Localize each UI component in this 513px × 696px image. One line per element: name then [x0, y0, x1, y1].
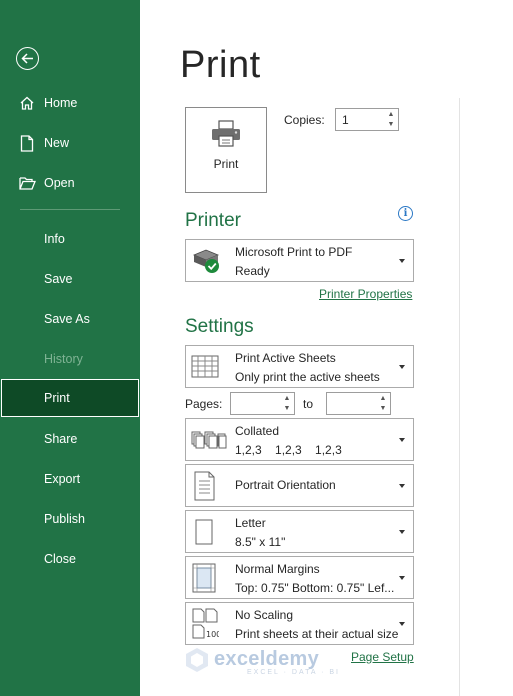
- printer-properties-link[interactable]: Printer Properties: [319, 287, 412, 301]
- backstage-sidebar: Home New Open Info Save Save As History …: [0, 0, 140, 696]
- collation-dropdown[interactable]: Collated 1,2,3 1,2,3 1,2,3: [185, 418, 414, 461]
- chevron-up-icon[interactable]: ▲: [388, 111, 395, 118]
- pages-label: Pages:: [185, 397, 223, 411]
- copies-label: Copies:: [284, 113, 325, 127]
- collation-title: Collated: [235, 424, 280, 438]
- sidebar-item-publish[interactable]: Publish: [0, 500, 140, 538]
- page-setup-link[interactable]: Page Setup: [351, 650, 414, 664]
- margins-subtitle: Top: 0.75" Bottom: 0.75" Lef...: [235, 581, 395, 595]
- margins-dropdown[interactable]: Normal Margins Top: 0.75" Bottom: 0.75" …: [185, 556, 414, 599]
- sidebar-item-new[interactable]: New: [0, 124, 140, 162]
- page-title: Print: [180, 44, 261, 86]
- collated-icon: [191, 429, 227, 451]
- sidebar-item-label: Home: [44, 96, 78, 110]
- sidebar-item-label: Open: [44, 176, 75, 190]
- scaling-dropdown[interactable]: 100 No Scaling Print sheets at their act…: [185, 602, 414, 645]
- pages-to-input[interactable]: ▲ ▼: [326, 392, 391, 415]
- sidebar-item-label: New: [44, 136, 70, 150]
- chevron-down-icon[interactable]: ▼: [284, 405, 291, 412]
- printer-ready-icon: [191, 247, 225, 275]
- printer-status: Ready: [235, 264, 270, 278]
- watermark-logo-icon: [184, 647, 210, 676]
- paper-size-subtitle: 8.5" x 11": [235, 535, 286, 549]
- collation-subtitle: 1,2,3 1,2,3 1,2,3: [235, 443, 342, 457]
- chevron-down-icon: [399, 258, 405, 263]
- print-what-dropdown[interactable]: Print Active Sheets Only print the activ…: [185, 345, 414, 388]
- print-button[interactable]: Print: [185, 107, 267, 193]
- margins-title: Normal Margins: [235, 562, 320, 576]
- print-button-label: Print: [213, 157, 239, 171]
- info-icon[interactable]: i: [398, 206, 413, 221]
- chevron-down-icon: [399, 621, 405, 626]
- watermark-tagline: EXCEL · DATA · BI: [247, 668, 340, 676]
- pages-from-input[interactable]: ▲ ▼: [230, 392, 295, 415]
- settings-section-title: Settings: [185, 316, 254, 337]
- watermark: exceldemy EXCEL · DATA · BI: [184, 647, 340, 676]
- no-scaling-icon: 100: [191, 608, 219, 640]
- orientation-title: Portrait Orientation: [235, 478, 336, 492]
- open-folder-icon: [18, 174, 36, 192]
- sidebar-item-label: Print: [44, 391, 70, 405]
- preview-divider: [459, 98, 460, 696]
- printer-dropdown[interactable]: Microsoft Print to PDF Ready: [185, 239, 414, 282]
- home-icon: [18, 94, 36, 112]
- sidebar-item-close[interactable]: Close: [0, 540, 140, 578]
- print-what-title: Print Active Sheets: [235, 351, 336, 365]
- chevron-up-icon[interactable]: ▲: [380, 395, 387, 402]
- margins-icon: [191, 563, 217, 593]
- sidebar-item-export[interactable]: Export: [0, 460, 140, 498]
- portrait-page-icon: [191, 471, 217, 501]
- chevron-down-icon: [399, 483, 405, 488]
- sidebar-item-label: Share: [44, 432, 78, 446]
- chevron-up-icon[interactable]: ▲: [284, 395, 291, 402]
- copies-value: 1: [342, 112, 349, 127]
- chevron-down-icon: [399, 529, 405, 534]
- sidebar-item-label: History: [44, 352, 83, 366]
- sidebar-item-save[interactable]: Save: [0, 260, 140, 298]
- paper-size-dropdown[interactable]: Letter 8.5" x 11": [185, 510, 414, 553]
- chevron-down-icon: [399, 575, 405, 580]
- stepper-arrows[interactable]: ▲ ▼: [376, 393, 390, 414]
- scaling-title: No Scaling: [235, 608, 294, 622]
- printer-section-title: Printer: [185, 210, 241, 231]
- sidebar-item-label: Save: [44, 272, 73, 286]
- sidebar-divider: [20, 209, 120, 210]
- chevron-down-icon[interactable]: ▼: [388, 121, 395, 128]
- printer-icon: [210, 120, 242, 151]
- printer-name: Microsoft Print to PDF: [235, 245, 353, 259]
- sidebar-item-label: Save As: [44, 312, 90, 326]
- stepper-arrows[interactable]: ▲ ▼: [384, 109, 398, 130]
- sidebar-item-info[interactable]: Info: [0, 220, 140, 258]
- back-arrow-icon[interactable]: [16, 47, 39, 70]
- pages-to-label: to: [303, 397, 314, 411]
- chevron-down-icon[interactable]: ▼: [380, 405, 387, 412]
- sidebar-item-label: Close: [44, 552, 76, 566]
- sidebar-item-home[interactable]: Home: [0, 84, 140, 122]
- sidebar-item-label: Export: [44, 472, 81, 486]
- stepper-arrows[interactable]: ▲ ▼: [280, 393, 294, 414]
- chevron-down-icon: [399, 437, 405, 442]
- scaling-subtitle: Print sheets at their actual size: [235, 627, 399, 641]
- sidebar-item-open[interactable]: Open: [0, 164, 140, 202]
- active-sheets-icon: [191, 354, 221, 380]
- new-document-icon: [18, 134, 36, 152]
- sidebar-item-history: History: [0, 340, 140, 378]
- sidebar-item-share[interactable]: Share: [0, 420, 140, 458]
- orientation-dropdown[interactable]: Portrait Orientation: [185, 464, 414, 507]
- watermark-name: exceldemy: [214, 647, 319, 670]
- sidebar-item-label: Info: [44, 232, 65, 246]
- paper-size-title: Letter: [235, 516, 266, 530]
- chevron-down-icon: [399, 364, 405, 369]
- print-what-subtitle: Only print the active sheets: [235, 370, 380, 384]
- sidebar-item-save-as[interactable]: Save As: [0, 300, 140, 338]
- paper-size-icon: [191, 518, 217, 546]
- sidebar-item-label: Publish: [44, 512, 85, 526]
- copies-stepper[interactable]: 1 ▲ ▼: [335, 108, 399, 131]
- sidebar-item-print[interactable]: Print: [1, 379, 139, 417]
- svg-text:100: 100: [206, 630, 219, 639]
